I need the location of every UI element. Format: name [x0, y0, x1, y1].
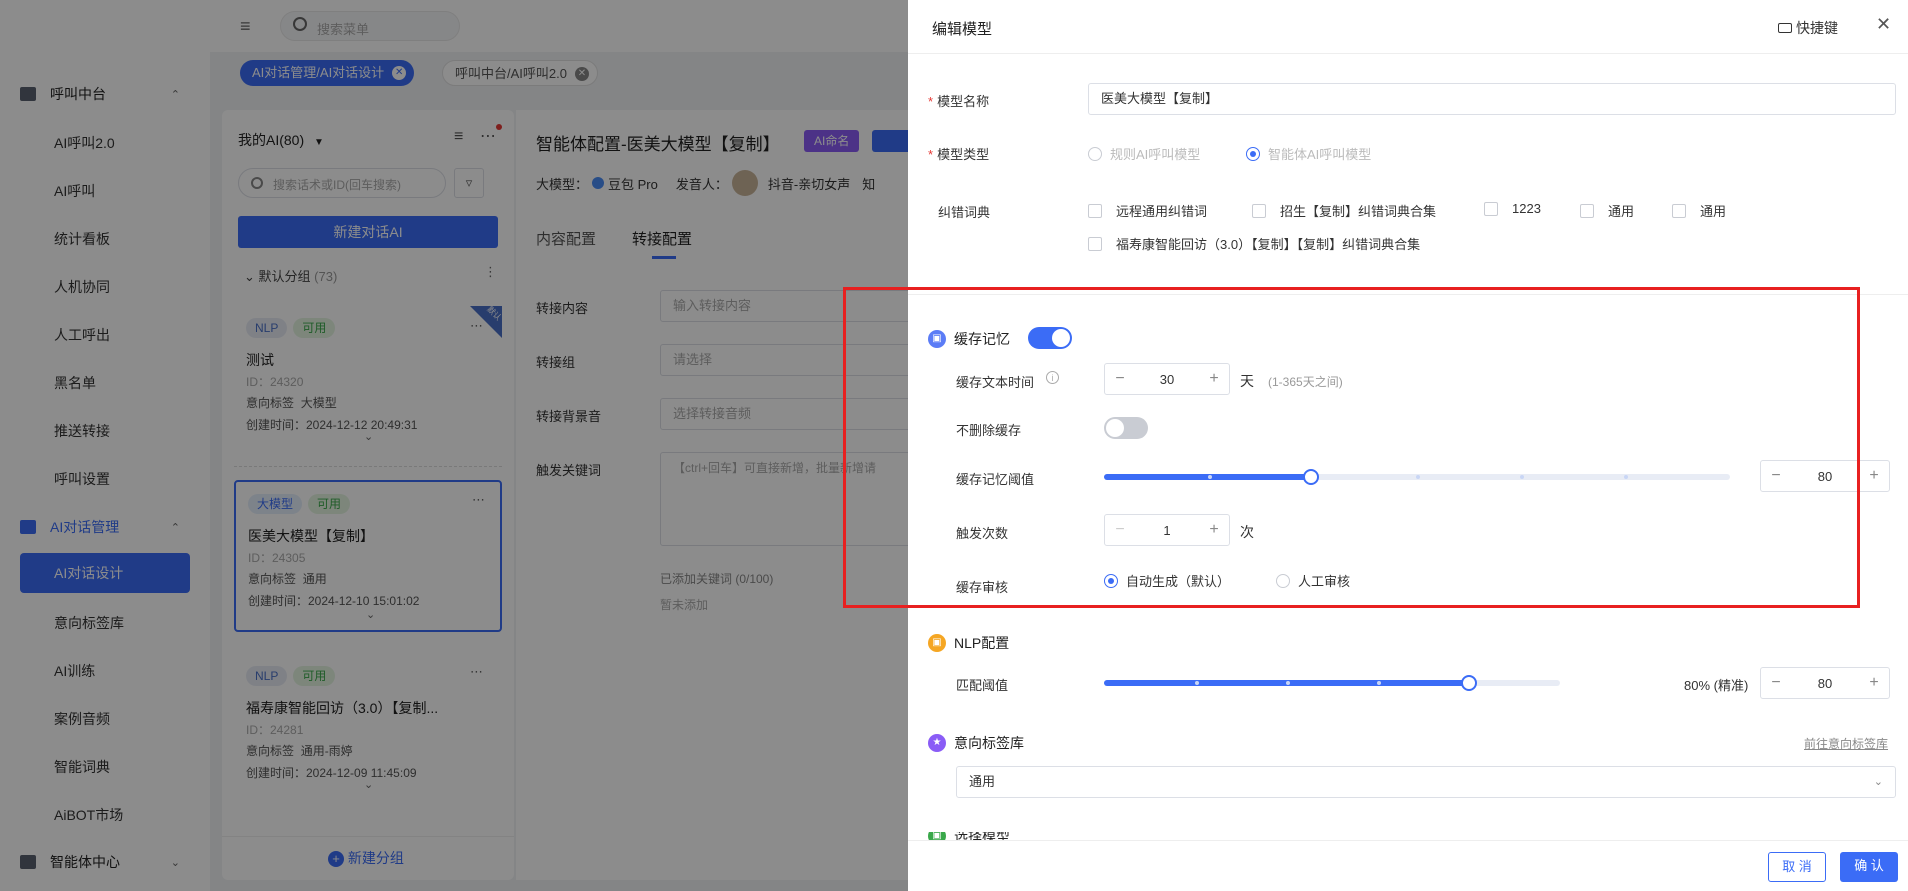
model-icon: ▣ [928, 832, 946, 840]
radio-label: 规则AI呼叫模型 [1110, 147, 1201, 162]
intent-section-title: ★ 意向标签库 [928, 733, 1024, 753]
select-model-title-text: 选择模型 [954, 832, 1010, 840]
model-name-label: 模型名称 [928, 91, 989, 110]
dict-checkbox[interactable]: 通用 [1580, 201, 1634, 220]
slider-step [1377, 681, 1381, 685]
match-threshold-stepper[interactable]: − 80 + [1760, 667, 1890, 699]
model-name-input[interactable]: 医美大模型【复制】 [1088, 83, 1896, 115]
radio-circle [1246, 146, 1260, 161]
checkbox-label: 通用 [1700, 204, 1727, 219]
radio-circle [1088, 146, 1102, 161]
nlp-section-title: ▣ NLP配置 [928, 633, 1009, 653]
highlight-box [843, 287, 1860, 608]
checkbox-label: 远程通用纠错词 [1116, 204, 1208, 219]
checkbox-box [1088, 203, 1102, 218]
plus-icon[interactable]: + [1859, 674, 1889, 692]
plus-icon[interactable]: + [1859, 467, 1889, 485]
dict-checkbox[interactable]: 通用 [1672, 201, 1726, 220]
minus-icon[interactable]: − [1761, 674, 1791, 692]
intent-icon: ★ [928, 734, 946, 752]
checkbox-box [1088, 236, 1102, 251]
checkbox-label: 通用 [1608, 204, 1635, 219]
radio-agent-model[interactable]: 智能体AI呼叫模型 [1246, 144, 1371, 163]
chevron-down-icon: ⌄ [1873, 776, 1883, 788]
dict-checkbox[interactable]: 远程通用纠错词 [1088, 201, 1207, 220]
dict-checkbox[interactable]: 招生【复制】纠错词典合集 [1252, 201, 1436, 220]
model-type-label: 模型类型 [928, 144, 989, 163]
checkbox-label: 1223 [1512, 201, 1541, 216]
checkbox-box [1252, 203, 1266, 218]
select-model-section-title: ▣ 选择模型 [928, 832, 1010, 840]
radio-label: 智能体AI呼叫模型 [1268, 147, 1372, 162]
modal-overlay[interactable] [0, 0, 908, 891]
close-icon[interactable]: ✕ [1876, 14, 1891, 35]
match-threshold-text: 80% (精准) [1684, 678, 1749, 693]
slider-step [1286, 681, 1290, 685]
slider-handle[interactable] [1461, 675, 1477, 691]
drawer-title: 编辑模型 [932, 21, 993, 38]
dict-label: 纠错词典 [938, 205, 991, 220]
cancel-button[interactable]: 取 消 [1768, 852, 1826, 882]
dict-checkbox[interactable]: 1223 [1484, 201, 1541, 216]
checkbox-label: 福寿康智能回访（3.0）【复制】【复制】纠错词典合集 [1116, 237, 1421, 252]
radio-rule-model[interactable]: 规则AI呼叫模型 [1088, 144, 1200, 163]
checkbox-box [1580, 203, 1594, 218]
intent-library-value: 通用 [969, 774, 996, 789]
checkbox-label: 招生【复制】纠错词典合集 [1280, 204, 1437, 219]
match-threshold-slider[interactable] [1104, 675, 1560, 691]
checkbox-box [1672, 203, 1686, 218]
intent-library-select[interactable]: 通用 ⌄ [956, 766, 1896, 798]
goto-intent-library-link[interactable]: 前往意向标签库 [1804, 735, 1888, 752]
stepper-value: 80 [1817, 675, 1833, 691]
drawer-footer [908, 840, 1908, 891]
nlp-title-text: NLP配置 [954, 635, 1010, 651]
slider-step [1195, 681, 1199, 685]
shortcut-button[interactable]: 快捷键 [1778, 18, 1838, 38]
keyboard-icon [1778, 23, 1792, 33]
drawer-header: 编辑模型 快捷键 ✕ [908, 0, 1908, 54]
intent-title-text: 意向标签库 [954, 735, 1024, 751]
match-threshold-label: 匹配阈值 [956, 678, 1009, 693]
confirm-button[interactable]: 确 认 [1840, 852, 1898, 882]
checkbox-box [1484, 201, 1498, 216]
shortcut-label: 快捷键 [1796, 20, 1838, 36]
dict-checkbox[interactable]: 福寿康智能回访（3.0）【复制】【复制】纠错词典合集 [1088, 234, 1420, 253]
nlp-icon: ▣ [928, 634, 946, 652]
